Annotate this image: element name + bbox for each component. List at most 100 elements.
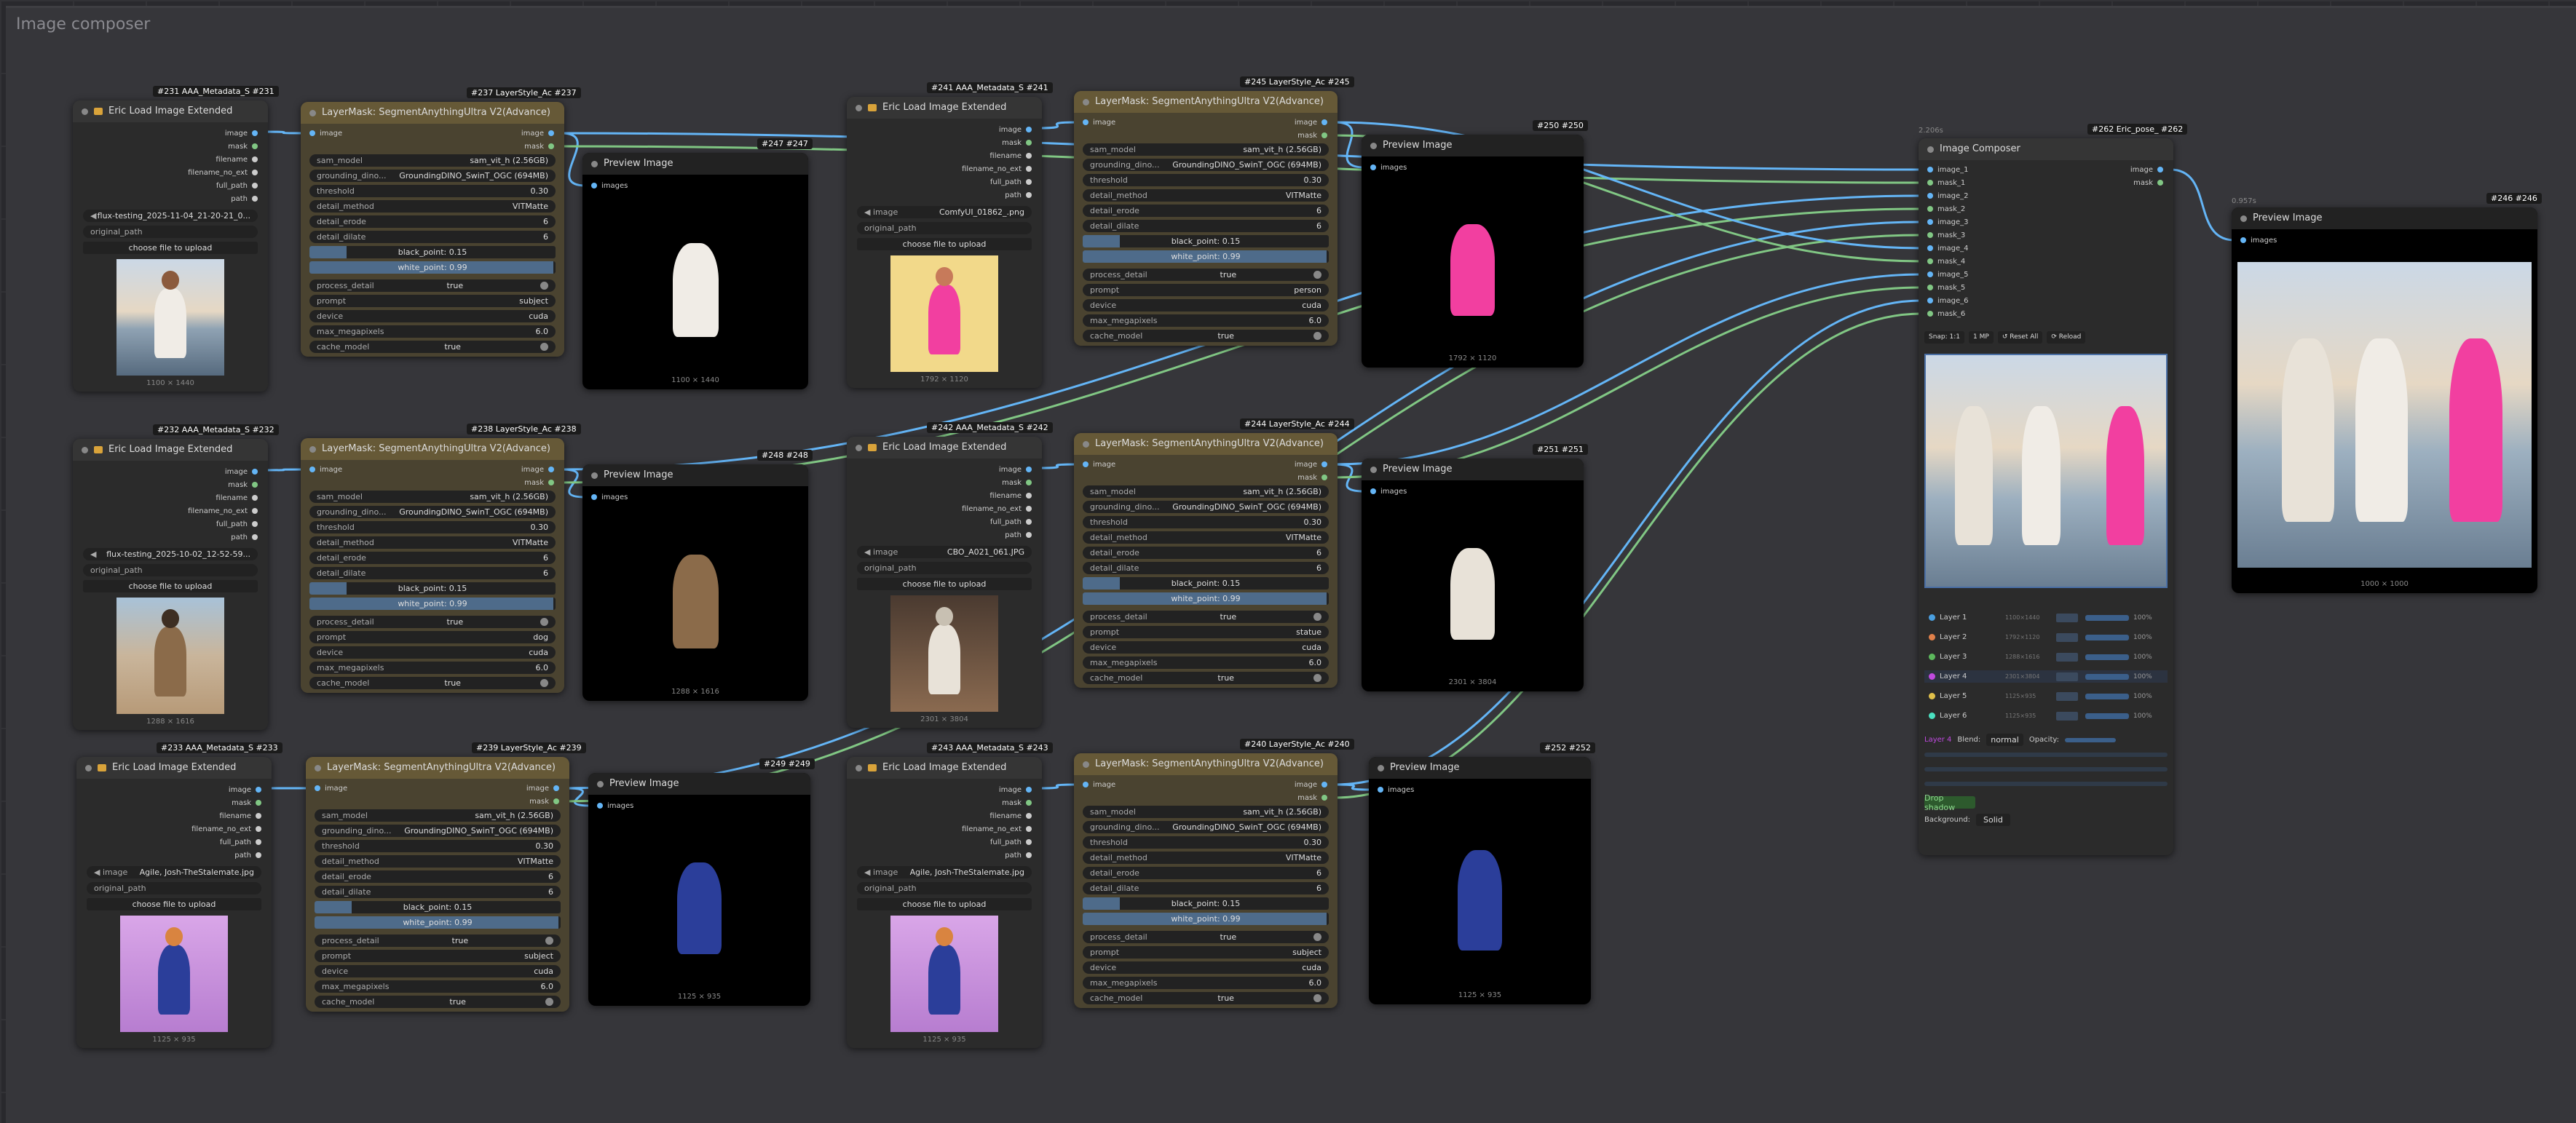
segmenter-1-header[interactable]: LayerMask: SegmentAnythingUltra V2(Advan… — [301, 102, 564, 124]
loader-output-filename[interactable]: filename — [219, 811, 261, 821]
segmenter-2-header[interactable]: LayerMask: SegmentAnythingUltra V2(Advan… — [301, 438, 564, 460]
transform-slider-row[interactable] — [1924, 753, 2168, 757]
widget-threshold[interactable]: threshold 0.30 — [1083, 836, 1329, 849]
black-point-slider[interactable]: black_point: 0.15 — [309, 246, 556, 258]
original-path-input[interactable]: original_path — [83, 564, 258, 576]
input-socket[interactable] — [1927, 298, 1933, 303]
input-socket[interactable] — [1927, 271, 1933, 277]
segment-anything-node-1[interactable]: LayerMask: SegmentAnythingUltra V2(Advan… — [301, 102, 564, 357]
loader-6-header[interactable]: Eric Load Image Extended — [847, 757, 1042, 779]
loader-5-header[interactable]: Eric Load Image Extended — [847, 437, 1042, 459]
layer-row-6[interactable]: Layer 6 1125×935 100% — [1924, 710, 2168, 722]
preview-input-images[interactable]: images — [2240, 235, 2277, 245]
input-socket[interactable] — [591, 494, 597, 500]
widget-grounding_dino...[interactable]: grounding_dino... GroundingDINO_SwinT_OGC… — [1083, 159, 1329, 171]
preview-3-header[interactable]: Preview Image — [588, 773, 810, 795]
widget-cache_model[interactable]: cache_model true — [1083, 330, 1329, 342]
preview-image-node-7[interactable]: Preview Image images 1000 × 1000 — [2232, 207, 2537, 593]
segmenter-1-collapse-dot[interactable] — [309, 109, 316, 116]
output-socket[interactable] — [252, 143, 258, 149]
loader-output-mask[interactable]: mask — [232, 798, 261, 808]
output-socket[interactable] — [1026, 519, 1032, 525]
composer-input-mask_5[interactable]: mask_5 — [1927, 282, 1965, 293]
output-socket[interactable] — [252, 521, 258, 527]
black-point-slider[interactable]: black_point: 0.15 — [1083, 577, 1329, 590]
preview-image-node-5[interactable]: Preview Image images 2301 × 3804 — [1362, 459, 1584, 691]
output-socket[interactable] — [1321, 132, 1327, 138]
widget-detail_erode[interactable]: detail_erode 6 — [1083, 547, 1329, 559]
white-point-slider[interactable]: white_point: 0.99 — [1083, 592, 1329, 605]
blend-select[interactable]: normal — [1986, 734, 2023, 746]
segmenter-output-image[interactable]: image — [521, 128, 554, 138]
segmenter-input-image[interactable]: image — [1083, 117, 1115, 127]
composer-input-image_6[interactable]: image_6 — [1927, 295, 1969, 306]
loader-output-image[interactable]: image — [999, 124, 1032, 135]
image-file-select[interactable]: ◀ flux-testing_2025-10-02_12-52-59... — [83, 548, 258, 560]
layer-row-2[interactable]: Layer 2 1792×1120 100% — [1924, 631, 2168, 643]
output-socket[interactable] — [1026, 813, 1032, 819]
composer-input-image_4[interactable]: image_4 — [1927, 243, 1969, 253]
widget-cache_model[interactable]: cache_model true — [315, 996, 561, 1008]
black-point-slider[interactable]: black_point: 0.15 — [309, 582, 556, 595]
toggle-knob[interactable] — [545, 937, 553, 945]
output-socket[interactable] — [1026, 153, 1032, 159]
loader-output-image[interactable]: image — [229, 785, 261, 795]
loader-output-filename_no_ext[interactable]: filename_no_ext — [191, 824, 261, 834]
composer-output-mask[interactable]: mask — [2133, 178, 2163, 188]
output-socket[interactable] — [1026, 140, 1032, 146]
segmenter-6-header[interactable]: LayerMask: SegmentAnythingUltra V2(Advan… — [1074, 753, 1338, 775]
widget-max_megapixels[interactable]: max_megapixels 6.0 — [1083, 314, 1329, 327]
segmenter-output-mask[interactable]: mask — [1297, 472, 1327, 483]
layer-opacity-bar[interactable] — [2085, 693, 2129, 699]
output-socket[interactable] — [1321, 475, 1327, 480]
image-file-select[interactable]: ◀ flux-testing_2025-11-04_21-20-21_0... — [83, 210, 258, 222]
composer-header[interactable]: Image Composer — [1919, 138, 2173, 160]
widget-detail_method[interactable]: detail_method VITMatte — [315, 855, 561, 868]
load-image-node-3[interactable]: Eric Load Image Extended image mask filenam… — [76, 757, 272, 1048]
loader-3-header[interactable]: Eric Load Image Extended — [76, 757, 272, 779]
image-file-select[interactable]: ◀ image ComfyUI_01862_.png — [857, 206, 1032, 218]
original-path-input[interactable]: original_path — [857, 562, 1032, 574]
widget-process_detail[interactable]: process_detail true — [1083, 931, 1329, 943]
segmenter-output-mask[interactable]: mask — [524, 141, 554, 151]
input-socket[interactable] — [309, 467, 315, 472]
layer-opacity-bar[interactable] — [2085, 654, 2129, 660]
reload-button[interactable]: ⟳ Reload — [2047, 330, 2086, 344]
preview-input-images[interactable]: images — [597, 801, 633, 811]
output-socket[interactable] — [252, 170, 258, 175]
image-file-select[interactable]: ◀ image Agile, Josh-TheStalemate.jpg — [87, 866, 261, 878]
input-socket[interactable] — [591, 183, 597, 189]
output-socket[interactable] — [1026, 800, 1032, 806]
widget-prompt[interactable]: prompt subject — [315, 950, 561, 962]
input-socket[interactable] — [1927, 167, 1933, 172]
preview-input-images[interactable]: images — [1370, 162, 1407, 172]
preview-2-header[interactable]: Preview Image — [582, 464, 808, 486]
output-socket[interactable] — [256, 826, 261, 832]
loader-output-path[interactable]: path — [1005, 190, 1032, 200]
preview-5-collapse-dot[interactable] — [1370, 466, 1377, 473]
segmenter-5-collapse-dot[interactable] — [1083, 440, 1089, 448]
input-socket[interactable] — [1083, 119, 1089, 125]
composer-input-mask_3[interactable]: mask_3 — [1927, 230, 1965, 240]
segmenter-output-image[interactable]: image — [1295, 459, 1327, 469]
loader-4-header[interactable]: Eric Load Image Extended — [847, 97, 1042, 119]
segmenter-5-header[interactable]: LayerMask: SegmentAnythingUltra V2(Advan… — [1074, 433, 1338, 455]
layer-visibility-toggle[interactable] — [2056, 691, 2078, 701]
output-socket[interactable] — [1026, 852, 1032, 858]
load-image-node-6[interactable]: Eric Load Image Extended image mask filenam… — [847, 757, 1042, 1048]
layer-visibility-toggle[interactable] — [2056, 632, 2078, 642]
input-socket[interactable] — [1927, 258, 1933, 264]
composer-input-mask_6[interactable]: mask_6 — [1927, 309, 1965, 319]
preview-input-images[interactable]: images — [591, 180, 628, 191]
widget-max_megapixels[interactable]: max_megapixels 6.0 — [309, 662, 556, 674]
loader-output-image[interactable]: image — [999, 464, 1032, 475]
original-path-input[interactable]: original_path — [857, 882, 1032, 894]
load-image-node-5[interactable]: Eric Load Image Extended image mask filenam… — [847, 437, 1042, 728]
widget-detail_method[interactable]: detail_method VITMatte — [1083, 852, 1329, 864]
input-socket[interactable] — [1927, 193, 1933, 199]
loader-output-full_path[interactable]: full_path — [990, 517, 1032, 527]
white-point-slider[interactable]: white_point: 0.99 — [309, 261, 556, 274]
output-socket[interactable] — [1026, 467, 1032, 472]
loader-output-mask[interactable]: mask — [1002, 477, 1032, 488]
input-socket[interactable] — [1927, 232, 1933, 238]
